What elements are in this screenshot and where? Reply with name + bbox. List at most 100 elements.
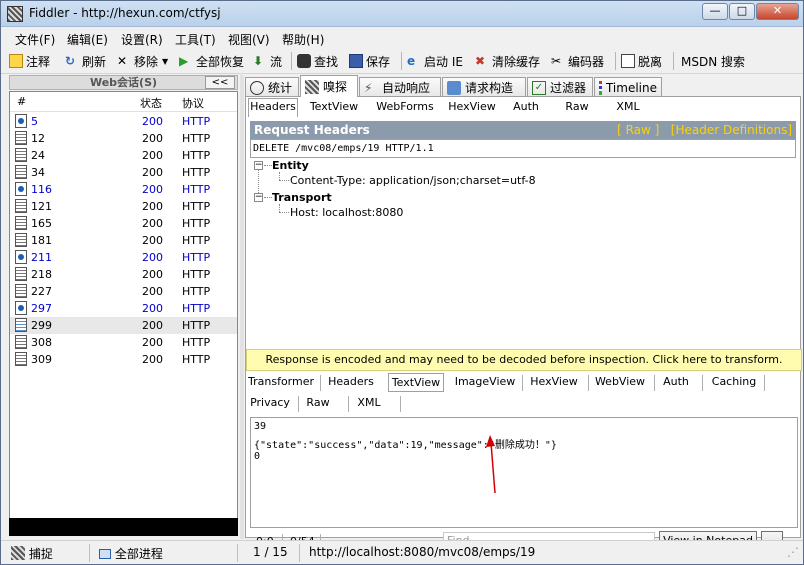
session-count: 1 / 15: [253, 545, 288, 559]
collapse-transport-toggle[interactable]: −: [254, 193, 263, 202]
response-tab-imageview[interactable]: ImageView: [452, 373, 518, 392]
response-tab-caching[interactable]: Caching: [708, 373, 760, 392]
request-tab-xml[interactable]: XML: [610, 99, 646, 117]
dropdown-arrow-icon: ▼: [162, 56, 169, 66]
session-row[interactable]: 227 200 HTTP: [10, 283, 237, 300]
session-row[interactable]: 24 200 HTTP: [10, 147, 237, 164]
session-row[interactable]: 34 200 HTTP: [10, 164, 237, 181]
menu-file[interactable]: 文件(F): [15, 31, 55, 48]
close-button[interactable]: ✕: [756, 3, 799, 20]
collapse-entity-toggle[interactable]: −: [254, 161, 263, 170]
inspector-pane: 统计 嗅探 ⚡ 自动响应 请求构造 ✓ 过滤器 Timeline Headers…: [245, 75, 802, 551]
stream-button[interactable]: ⬇ 流: [253, 52, 282, 70]
msdn-search-button[interactable]: MSDN 搜索: [681, 52, 745, 70]
tab-filters[interactable]: ✓ 过滤器: [527, 77, 593, 97]
tree-group-entity[interactable]: Entity: [272, 159, 309, 172]
session-row[interactable]: 299 200 HTTP: [10, 317, 237, 334]
fiddler-window: Fiddler - http://hexun.com/ctfysj — □ ✕ …: [0, 0, 804, 565]
checkbox-icon: ✓: [532, 80, 546, 95]
collapse-sessions-button[interactable]: <<: [205, 76, 235, 89]
response-tab-auth[interactable]: Auth: [658, 373, 694, 392]
menu-settings[interactable]: 设置(R): [121, 31, 163, 48]
process-filter[interactable]: 全部进程: [99, 545, 163, 562]
tab-inspectors[interactable]: 嗅探: [300, 75, 358, 97]
remove-button[interactable]: ✕ 移除 ▼: [117, 52, 168, 70]
tree-group-transport[interactable]: Transport: [272, 191, 332, 204]
column-number[interactable]: #: [17, 95, 26, 108]
response-tab-xml[interactable]: XML: [352, 394, 386, 413]
response-tab-raw[interactable]: Raw: [302, 394, 334, 413]
column-protocol[interactable]: 协议: [182, 95, 204, 111]
detach-window-icon: [621, 54, 635, 68]
response-tab-transformer[interactable]: Transformer: [248, 373, 314, 392]
session-row[interactable]: 297 200 HTTP: [10, 300, 237, 317]
save-button[interactable]: 保存: [349, 52, 390, 70]
session-id: 121: [31, 200, 52, 213]
maximize-button[interactable]: □: [729, 3, 755, 20]
tab-autoresponder[interactable]: ⚡ 自动响应: [359, 77, 441, 97]
request-tab-auth[interactable]: Auth: [508, 99, 544, 117]
launch-ie-button[interactable]: e 启动 IE: [407, 52, 463, 70]
status-separator: [237, 544, 238, 562]
request-tab-raw[interactable]: Raw: [560, 99, 594, 117]
composer-icon: [447, 80, 461, 95]
session-row[interactable]: 5 200 HTTP: [10, 113, 237, 130]
session-row[interactable]: 116 200 HTTP: [10, 181, 237, 198]
clear-cache-button[interactable]: ✖ 清除缓存: [475, 52, 540, 70]
resume-all-button[interactable]: ▶ 全部恢复: [179, 52, 244, 70]
session-row[interactable]: 12 200 HTTP: [10, 130, 237, 147]
resize-grip-icon[interactable]: ⋰: [787, 545, 799, 559]
find-button[interactable]: 查找: [297, 52, 338, 70]
header-definitions-link[interactable]: [Header Definitions]: [671, 123, 792, 137]
session-row[interactable]: 181 200 HTTP: [10, 232, 237, 249]
request-tab-hexview[interactable]: HexView: [446, 99, 498, 117]
clear-cache-icon: ✖: [475, 54, 486, 68]
quickexec-bar[interactable]: [9, 518, 238, 536]
session-status: 200: [142, 268, 163, 281]
session-row[interactable]: 309 200 HTTP: [10, 351, 237, 368]
session-protocol: HTTP: [182, 183, 211, 196]
capture-toggle[interactable]: 捕捉: [11, 545, 53, 562]
encoder-button[interactable]: ✂ 编码器: [551, 52, 604, 70]
refresh-button[interactable]: ↻ 刷新: [65, 52, 106, 70]
menu-view[interactable]: 视图(V): [228, 31, 270, 48]
response-tab-privacy[interactable]: Privacy: [248, 394, 292, 413]
session-row[interactable]: 121 200 HTTP: [10, 198, 237, 215]
header-content-type[interactable]: Content-Type: application/json;charset=u…: [290, 174, 536, 187]
tab-composer[interactable]: 请求构造: [442, 77, 526, 97]
session-row[interactable]: 308 200 HTTP: [10, 334, 237, 351]
menu-edit[interactable]: 编辑(E): [67, 31, 108, 48]
tab-statistics[interactable]: 统计: [245, 77, 299, 97]
menu-help[interactable]: 帮助(H): [282, 31, 324, 48]
response-tab-webview[interactable]: WebView: [592, 373, 648, 392]
raw-link[interactable]: [ Raw ]: [617, 123, 659, 137]
comment-button[interactable]: 注释: [9, 52, 50, 70]
response-tab-headers[interactable]: Headers: [324, 373, 378, 392]
session-row[interactable]: 218 200 HTTP: [10, 266, 237, 283]
pane-splitter[interactable]: [240, 75, 244, 539]
find-label: 查找: [314, 54, 339, 69]
request-tab-textview[interactable]: TextView: [304, 99, 364, 117]
column-status[interactable]: 状态: [140, 95, 162, 111]
response-tab-textview[interactable]: TextView: [388, 373, 444, 392]
status-separator: [89, 544, 90, 562]
session-row[interactable]: 211 200 HTTP: [10, 249, 237, 266]
session-id: 12: [31, 132, 45, 145]
session-protocol: HTTP: [182, 285, 211, 298]
response-body-textview[interactable]: 39 {"state":"success","data":19,"message…: [250, 417, 798, 528]
detach-button[interactable]: 脱离: [621, 52, 662, 70]
header-host[interactable]: Host: localhost:8080: [290, 206, 403, 219]
request-tab-headers[interactable]: Headers: [248, 98, 298, 117]
transform-banner[interactable]: Response is encoded and may need to be d…: [246, 349, 802, 371]
sessions-list[interactable]: # 状态 协议 5 200 HTTP 12 200 HTTP 24 200 HTTP 34 200 H…: [9, 91, 238, 526]
response-tab-hexview[interactable]: HexView: [526, 373, 582, 392]
request-tab-webforms[interactable]: WebForms: [372, 99, 438, 117]
main-tabs: 统计 嗅探 ⚡ 自动响应 请求构造 ✓ 过滤器 Timeline: [245, 75, 801, 97]
session-row[interactable]: 165 200 HTTP: [10, 215, 237, 232]
minimize-button[interactable]: —: [702, 3, 728, 20]
document-icon: [15, 216, 27, 230]
tab-timeline[interactable]: Timeline: [594, 77, 662, 97]
menu-tools[interactable]: 工具(T): [175, 31, 216, 48]
tab-separator: [400, 396, 401, 412]
session-id: 165: [31, 217, 52, 230]
